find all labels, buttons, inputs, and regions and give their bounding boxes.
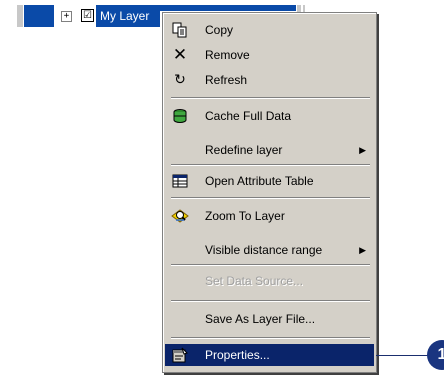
tree-scroll-stub [17, 5, 23, 27]
table-icon [171, 173, 189, 189]
callout-leader-line [376, 355, 428, 356]
menu-item-label: Properties... [205, 348, 270, 362]
menu-item-label: Redefine layer [205, 143, 283, 157]
menu-item-save-as-layer-file[interactable]: Save As Layer File... [165, 308, 374, 330]
layer-name[interactable]: My Layer [96, 5, 160, 27]
submenu-arrow-icon: ▶ [359, 245, 366, 255]
menu-item-label: Copy [205, 23, 234, 37]
remove-x-icon: ✕ [172, 45, 188, 65]
menu-item-open-attribute-table[interactable]: Open Attribute Table [165, 170, 374, 192]
menu-separator [171, 164, 370, 166]
menu-separator [171, 197, 370, 199]
menu-item-refresh[interactable]: ↻ Refresh [165, 69, 374, 91]
menu-item-copy[interactable]: Copy [165, 19, 374, 41]
menu-item-zoom-to-layer[interactable]: Zoom To Layer [165, 205, 374, 227]
layer-visibility-checkbox[interactable]: ☑ [81, 9, 94, 22]
properties-icon [171, 347, 189, 363]
menu-item-label: Visible distance range [205, 243, 323, 257]
menu-item-properties[interactable]: Properties... [165, 344, 374, 366]
menu-item-redefine-layer[interactable]: Redefine layer ▶ [165, 139, 374, 161]
menu-item-label: Cache Full Data [205, 109, 292, 123]
menu-separator [171, 97, 370, 99]
cache-database-icon [171, 108, 189, 124]
layer-context-menu: Copy ✕ Remove ↻ Refresh Cache Full Data … [162, 12, 377, 373]
menu-item-cache-full-data[interactable]: Cache Full Data [165, 105, 374, 127]
menu-item-label: Save As Layer File... [205, 312, 316, 326]
zoom-layer-icon [171, 208, 189, 224]
menu-separator [171, 337, 370, 339]
callout-number-badge: 1 [427, 340, 444, 370]
menu-item-label: Remove [205, 48, 250, 62]
menu-item-remove[interactable]: ✕ Remove [165, 44, 374, 66]
menu-item-label: Set Data Source... [205, 274, 304, 288]
submenu-arrow-icon: ▶ [359, 145, 366, 155]
menu-item-visible-distance-range[interactable]: Visible distance range ▶ [165, 239, 374, 261]
menu-item-label: Zoom To Layer [205, 209, 285, 223]
expand-icon[interactable]: + [61, 11, 72, 22]
copy-icon [171, 22, 189, 38]
menu-item-label: Refresh [205, 73, 248, 87]
menu-item-set-data-source: Set Data Source... [165, 270, 374, 292]
menu-separator [171, 300, 370, 302]
refresh-icon: ↻ [174, 72, 186, 88]
selection-strip [156, 5, 296, 11]
layer-color-swatch [24, 5, 54, 27]
menu-item-label: Open Attribute Table [205, 174, 314, 188]
menu-separator [171, 264, 370, 266]
